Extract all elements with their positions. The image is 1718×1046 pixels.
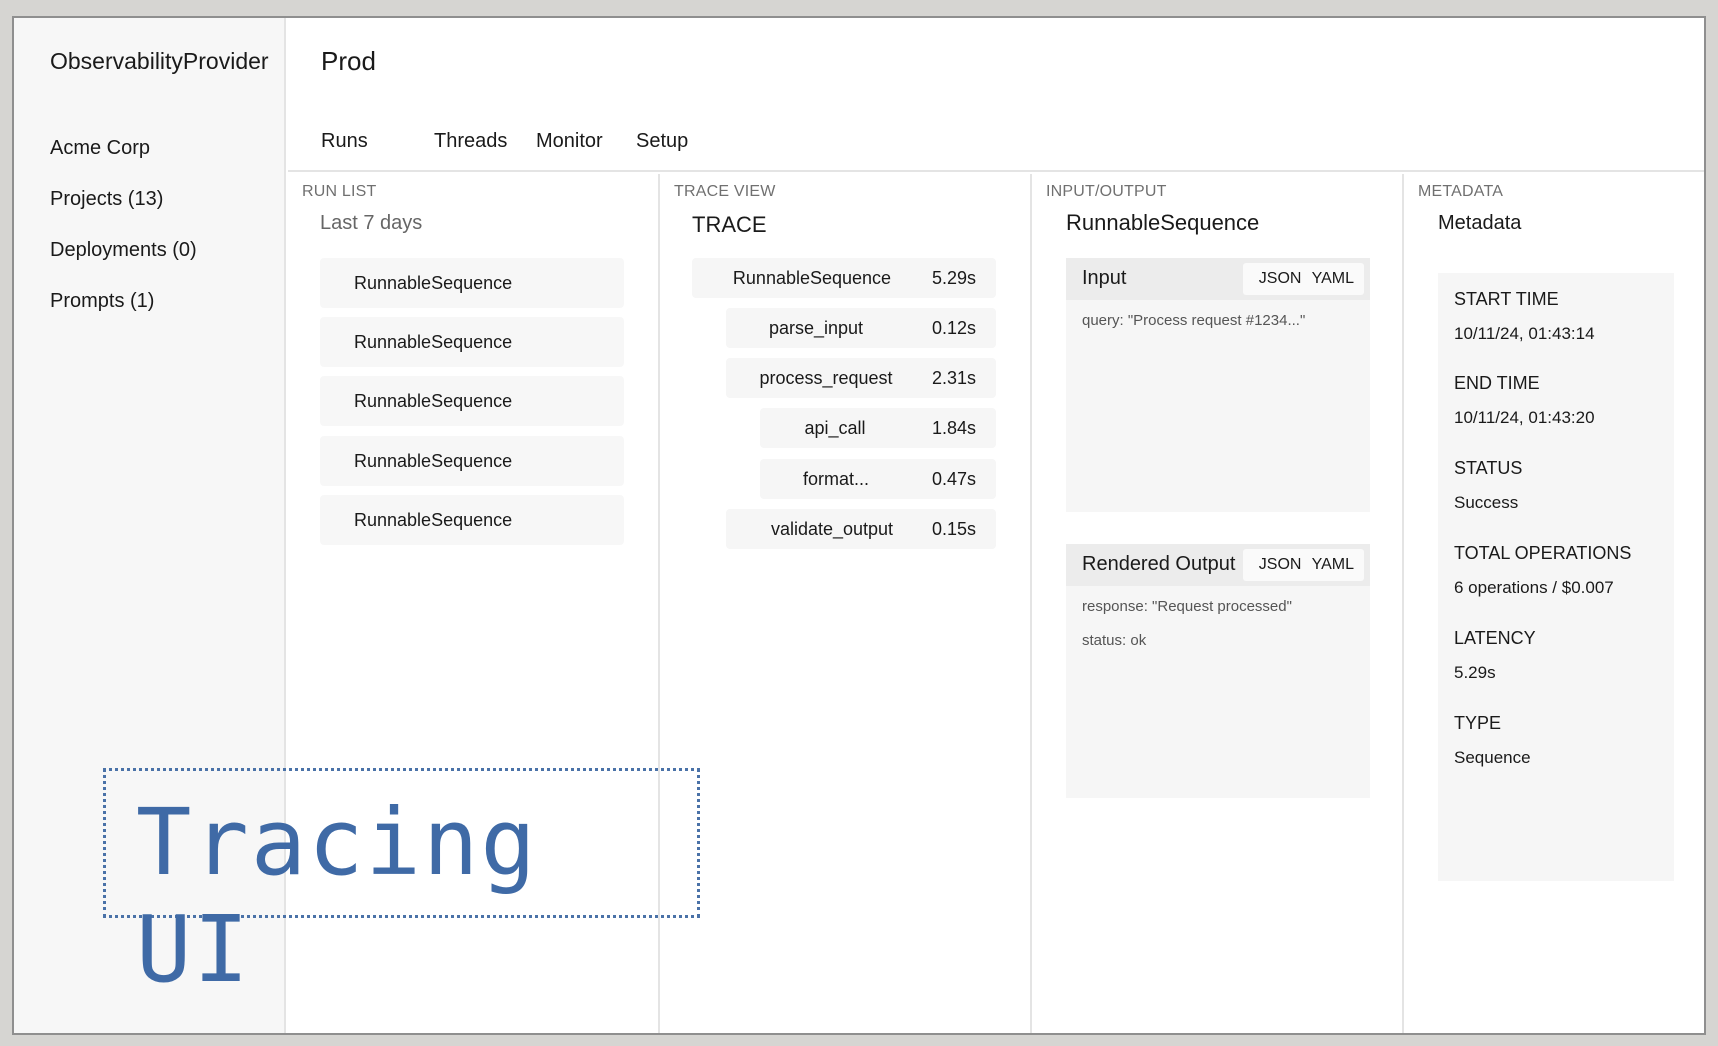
span-duration: 0.15s <box>931 519 976 539</box>
meta-total-operations-value: 6 operations / $0.007 <box>1454 578 1614 597</box>
json-format-button[interactable]: JSON <box>1259 270 1302 287</box>
run-list-item[interactable]: RunnableSequence <box>320 436 624 486</box>
sidebar-item-deployments[interactable]: Deployments (0) <box>50 238 197 289</box>
trace-view-label: TRACE VIEW <box>674 183 776 200</box>
trace-view-panel: TRACE VIEW TRACE RunnableSequence 5.29s … <box>660 174 1032 1033</box>
input-section: Input JSON YAML query: "Process request … <box>1066 258 1370 512</box>
metadata-fields: START TIME 10/11/24, 01:43:14 END TIME 1… <box>1438 273 1674 881</box>
header: Prod Runs Threads Monitor Setup <box>288 18 1704 172</box>
output-section: Rendered Output JSON YAML response: "Req… <box>1066 544 1370 798</box>
output-title: Rendered Output <box>1082 553 1236 575</box>
meta-total-operations-label: TOTAL OPERATIONS <box>1454 543 1632 563</box>
meta-latency-label: LATENCY <box>1454 628 1536 648</box>
tab-monitor[interactable]: Monitor <box>536 130 603 153</box>
yaml-format-button[interactable]: YAML <box>1312 270 1354 287</box>
input-header: Input JSON YAML <box>1066 258 1370 300</box>
span-duration: 0.12s <box>931 318 976 338</box>
run-list-item[interactable]: RunnableSequence <box>320 258 624 308</box>
span-duration: 1.84s <box>931 418 976 438</box>
json-format-button[interactable]: JSON <box>1259 556 1302 573</box>
span-name: RunnableSequence <box>732 268 892 288</box>
page-title: Prod <box>321 46 376 76</box>
span-duration: 2.31s <box>931 368 976 388</box>
run-list-item[interactable]: RunnableSequence <box>320 317 624 367</box>
tab-setup[interactable]: Setup <box>636 130 688 153</box>
output-content-line: status: ok <box>1082 632 1147 649</box>
date-filter[interactable]: Last 7 days <box>320 212 422 235</box>
metadata-label: METADATA <box>1418 183 1504 200</box>
io-heading: RunnableSequence <box>1066 210 1260 235</box>
metadata-panel: METADATA Metadata START TIME 10/11/24, 0… <box>1404 174 1704 1033</box>
output-content-line: response: "Request processed" <box>1082 598 1292 615</box>
meta-start-time-value: 10/11/24, 01:43:14 <box>1454 324 1595 343</box>
span-duration: 0.47s <box>931 469 976 489</box>
span-name: process_request <box>759 368 893 388</box>
output-header: Rendered Output JSON YAML <box>1066 544 1370 586</box>
span-duration: 5.29s <box>931 268 976 288</box>
trace-span[interactable]: process_request 2.31s <box>726 358 996 398</box>
meta-end-time-label: END TIME <box>1454 373 1540 393</box>
tab-threads[interactable]: Threads <box>434 130 507 153</box>
run-list-label: RUN LIST <box>302 183 377 200</box>
input-output-panel: INPUT/OUTPUT RunnableSequence Input JSON… <box>1032 174 1404 1033</box>
input-content: query: "Process request #1234..." <box>1082 312 1306 329</box>
span-name: parse_input <box>768 318 864 338</box>
trace-span-root[interactable]: RunnableSequence 5.29s <box>692 258 996 298</box>
meta-status-value: Success <box>1454 493 1519 512</box>
trace-span[interactable]: parse_input 0.12s <box>726 308 996 348</box>
brand-name: ObservabilityProvider <box>50 48 269 74</box>
trace-heading: TRACE <box>692 212 767 237</box>
run-list-item[interactable]: RunnableSequence <box>320 376 624 426</box>
run-list-item[interactable]: RunnableSequence <box>320 495 624 545</box>
trace-span[interactable]: api_call 1.84s <box>760 408 996 448</box>
input-title: Input <box>1082 267 1127 289</box>
yaml-format-button[interactable]: YAML <box>1312 556 1354 573</box>
tracing-ui-annotation: Tracing UI <box>103 768 700 1003</box>
sidebar-item-projects[interactable]: Projects (13) <box>50 187 197 238</box>
span-name: format... <box>802 469 869 489</box>
meta-type-value: Sequence <box>1454 748 1531 767</box>
sidebar-item-prompts[interactable]: Prompts (1) <box>50 289 197 340</box>
span-name: validate_output <box>770 519 894 539</box>
sidebar-nav: Acme Corp Projects (13) Deployments (0) … <box>50 136 197 340</box>
meta-type-label: TYPE <box>1454 713 1502 733</box>
input-format-toggle: JSON YAML <box>1242 263 1364 295</box>
trace-span[interactable]: format... 0.47s <box>760 459 996 499</box>
trace-span[interactable]: validate_output 0.15s <box>726 509 996 549</box>
output-format-toggle: JSON YAML <box>1242 549 1364 581</box>
meta-latency-value: 5.29s <box>1454 663 1496 682</box>
tab-runs[interactable]: Runs <box>321 130 368 153</box>
sidebar-item-organization[interactable]: Acme Corp <box>50 136 197 187</box>
annotation-text: Tracing UI <box>136 789 538 1003</box>
input-output-label: INPUT/OUTPUT <box>1046 183 1167 200</box>
meta-end-time-value: 10/11/24, 01:43:20 <box>1454 408 1595 427</box>
meta-start-time-label: START TIME <box>1454 289 1559 309</box>
span-name: api_call <box>804 418 866 438</box>
meta-status-label: STATUS <box>1454 458 1523 478</box>
metadata-heading: Metadata <box>1438 212 1522 234</box>
